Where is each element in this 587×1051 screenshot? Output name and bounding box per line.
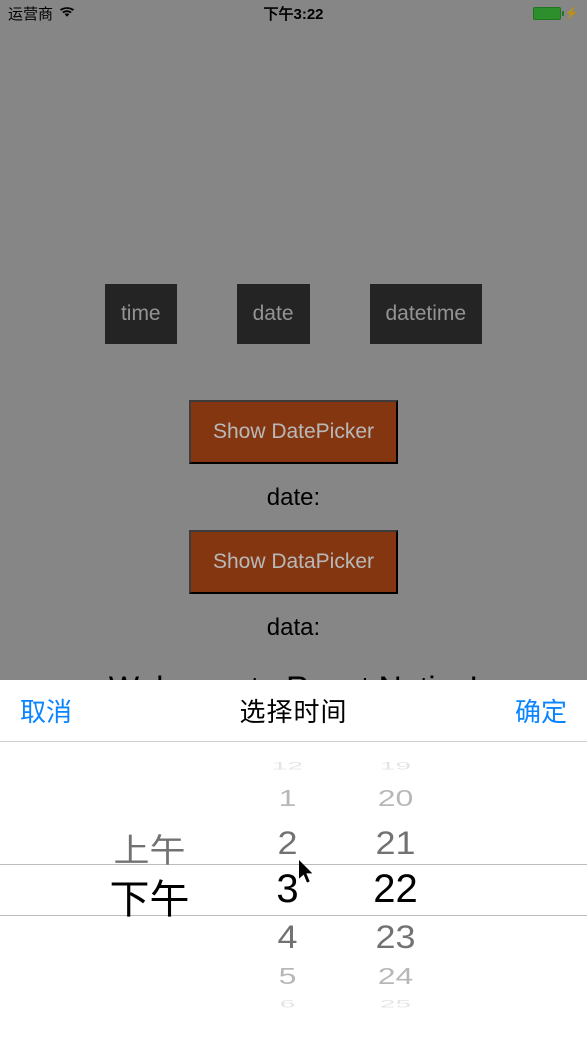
wheel-item: 12 xyxy=(258,760,318,773)
wheel-item: 1 xyxy=(258,785,318,812)
wheel-item: 24 xyxy=(366,963,426,990)
wheel-item: 上午 xyxy=(90,825,210,872)
wheel-item: 2 xyxy=(258,824,318,862)
wheel-item: 20 xyxy=(366,785,426,812)
wheel-item: 21 xyxy=(366,824,426,862)
wheel-item: 19 xyxy=(366,760,426,773)
minute-wheel[interactable]: 19 20 21 22 23 24 25 xyxy=(366,742,426,1051)
wheel-item: 6 xyxy=(258,998,318,1011)
wheel-item: 23 xyxy=(366,918,426,956)
wheel-item: 4 xyxy=(258,918,318,956)
wheel-item: 25 xyxy=(366,998,426,1011)
picker-sheet: 取消 选择时间 确定 上午 下午 12 1 2 3 4 5 6 xyxy=(0,680,587,1051)
cancel-button[interactable]: 取消 xyxy=(20,692,72,729)
wheel-item: 5 xyxy=(258,963,318,990)
confirm-button[interactable]: 确定 xyxy=(515,692,567,729)
ampm-wheel[interactable]: 上午 下午 xyxy=(90,742,210,1051)
wheel-item-selected: 22 xyxy=(366,867,426,912)
wheel-item-selected: 下午 xyxy=(90,867,210,925)
mouse-cursor-icon xyxy=(298,860,316,889)
picker-title: 选择时间 xyxy=(239,692,347,729)
hour-wheel[interactable]: 12 1 2 3 4 5 6 xyxy=(258,742,318,1051)
picker-toolbar: 取消 选择时间 确定 xyxy=(0,680,587,742)
